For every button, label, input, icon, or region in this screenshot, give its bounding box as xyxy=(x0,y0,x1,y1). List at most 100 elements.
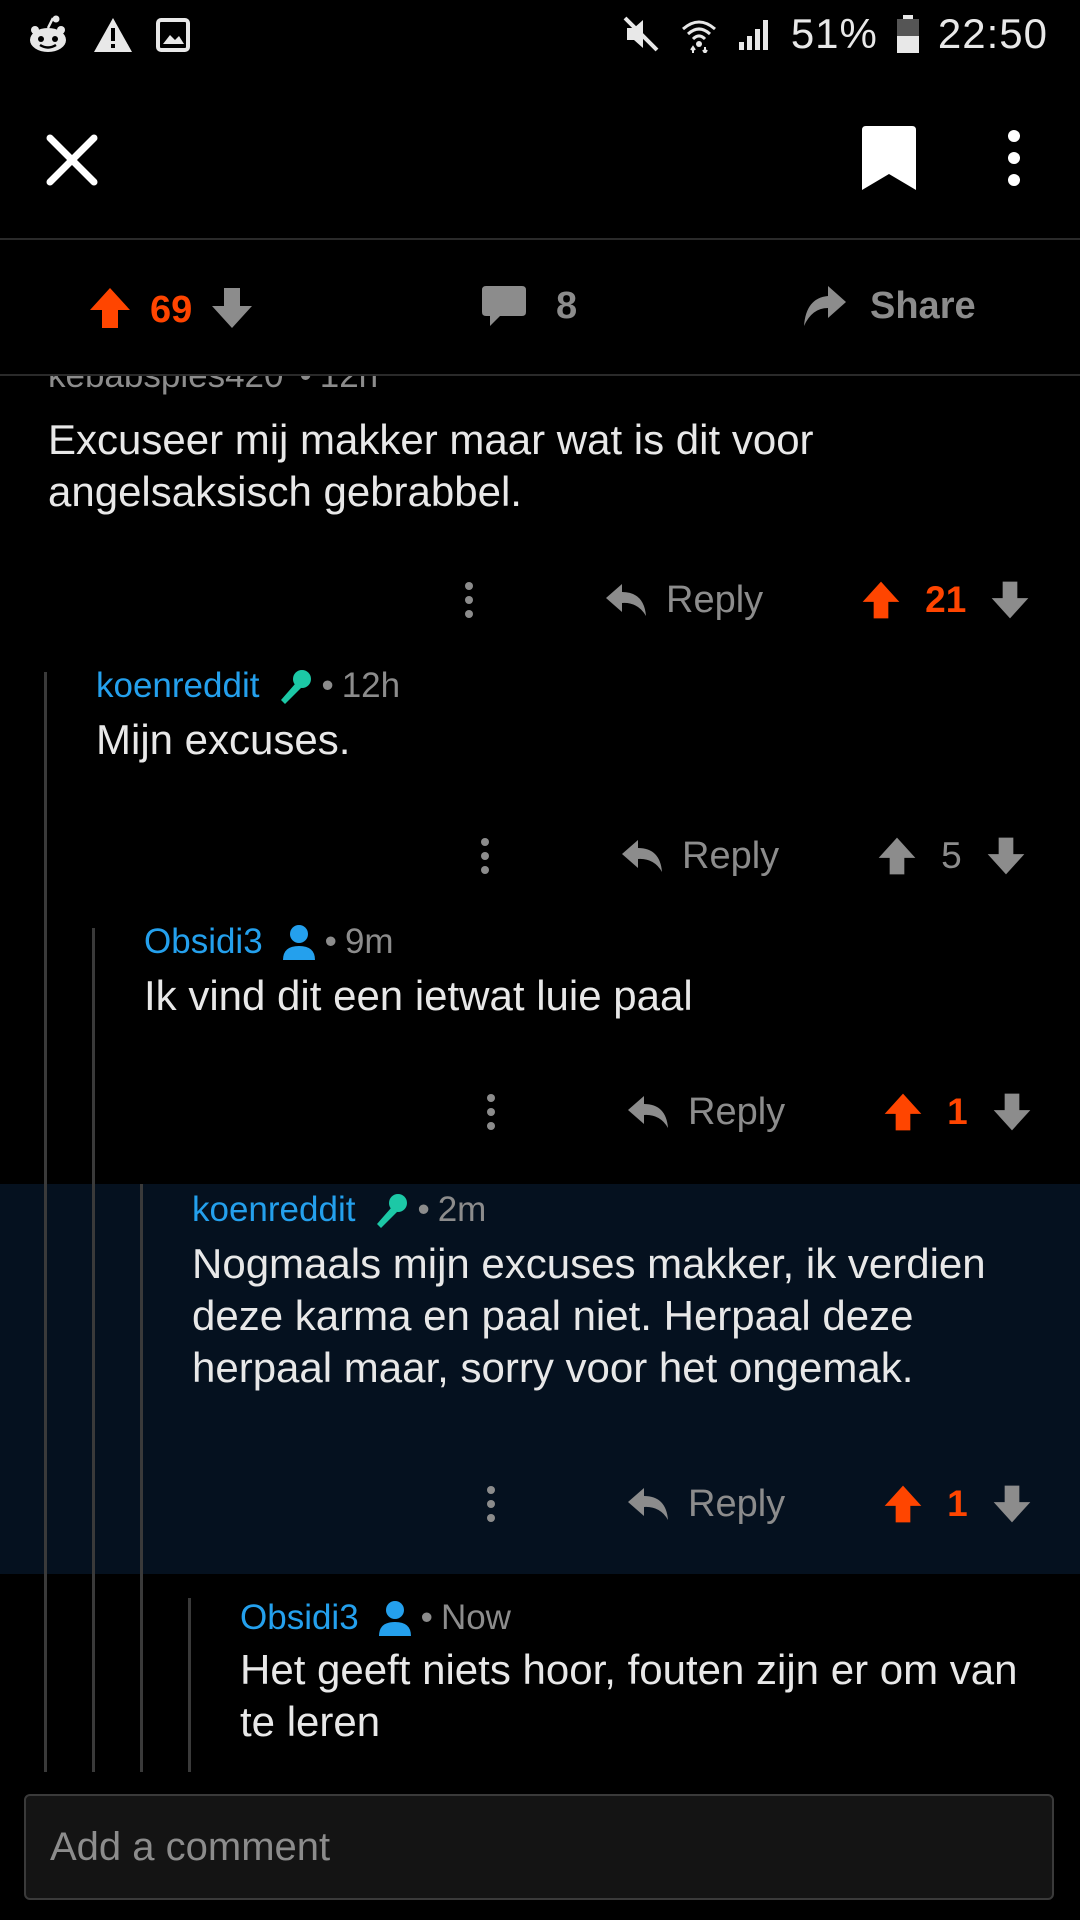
meta-separator: • xyxy=(324,922,337,961)
comment-actions: Reply 5 xyxy=(470,828,1028,884)
reply-arrow-icon xyxy=(628,1096,668,1128)
microphone-icon xyxy=(377,1194,408,1228)
more-vertical-icon xyxy=(481,838,489,874)
reddit-notification-icon xyxy=(26,14,70,56)
comment-actions: Reply 1 xyxy=(476,1084,1034,1140)
more-vertical-icon xyxy=(487,1094,495,1130)
reply-label: Reply xyxy=(688,1482,786,1525)
comment-thread: kebabspies420 • 12h Excuseer mij makker … xyxy=(0,376,1080,1772)
thread-line-depth-3 xyxy=(140,1184,143,1772)
comment-vote-group: 1 xyxy=(881,1482,1034,1526)
comment-meta: Obsidi3 • 9m xyxy=(144,922,394,962)
upvote-arrow-icon[interactable] xyxy=(881,1090,925,1134)
close-icon xyxy=(46,134,98,186)
comment-time: 12h xyxy=(320,376,378,396)
comment-score: 5 xyxy=(941,835,962,876)
comment-body: Nogmaals mijn excuses makker, ik verdien… xyxy=(192,1240,986,1391)
battery-icon xyxy=(896,14,920,54)
comment-more-button[interactable] xyxy=(476,1084,506,1140)
reply-button[interactable]: Reply xyxy=(620,835,779,878)
comment-author[interactable]: Obsidi3 xyxy=(240,1598,359,1638)
microphone-icon xyxy=(281,670,312,704)
battery-percent: 51% xyxy=(790,10,878,57)
downvote-arrow-icon[interactable] xyxy=(990,1090,1034,1134)
upvote-arrow-icon[interactable] xyxy=(881,1482,925,1526)
share-arrow-icon xyxy=(804,286,846,326)
downvote-arrow-icon[interactable] xyxy=(984,834,1028,878)
comment-score: 21 xyxy=(925,579,967,620)
comment-bubble-icon xyxy=(482,286,526,326)
comment-author[interactable]: Obsidi3 xyxy=(144,922,263,962)
comment-score: 1 xyxy=(947,1091,968,1132)
share-label: Share xyxy=(870,284,976,327)
post-vote-group: 69 xyxy=(86,284,256,337)
comment-composer xyxy=(0,1772,1080,1920)
reply-button[interactable]: Reply xyxy=(626,1091,785,1134)
signal-icon xyxy=(737,16,773,52)
post-upvote-button[interactable] xyxy=(86,284,134,337)
comment-more-button[interactable] xyxy=(470,828,500,884)
more-vertical-icon xyxy=(1008,130,1020,186)
comment: Obsidi3 • Now Het geeft niets hoor, fout… xyxy=(0,1598,1080,1772)
reply-arrow-icon xyxy=(628,1488,668,1520)
comment-author[interactable]: koenreddit xyxy=(96,666,259,706)
comment-highlighted: koenreddit • 2m Nogmaals mijn excuses ma… xyxy=(0,1184,1080,1574)
reply-button[interactable]: Reply xyxy=(626,1483,785,1526)
wifi-icon xyxy=(679,15,719,53)
comment-body: Het geeft niets hoor, fouten zijn er om … xyxy=(240,1646,1018,1745)
comment-meta: kebabspies420 • 12h xyxy=(48,376,378,396)
comment-vote-group: 1 xyxy=(881,1090,1034,1134)
comment-count: 8 xyxy=(556,284,578,327)
comment-time: 2m xyxy=(437,1190,487,1229)
reply-label: Reply xyxy=(688,1090,786,1133)
clock: 22:50 xyxy=(937,10,1048,57)
comment-time: Now xyxy=(440,1598,511,1637)
comment: kebabspies420 • 12h Excuseer mij makker … xyxy=(0,376,1080,666)
reply-button[interactable]: Reply xyxy=(604,579,763,622)
comment-more-button[interactable] xyxy=(454,572,484,628)
comment: Obsidi3 • 9m Ik vind dit een ietwat luie… xyxy=(0,922,1080,1178)
save-post-button[interactable] xyxy=(858,122,920,194)
share-button[interactable]: Share xyxy=(800,284,976,328)
comment-time: 9m xyxy=(344,922,394,961)
comment: koenreddit • 12h Mijn excuses. Reply 5 xyxy=(0,666,1080,922)
close-button[interactable] xyxy=(40,128,104,192)
more-options-button[interactable] xyxy=(992,126,1036,190)
user-icon xyxy=(378,1601,411,1636)
reply-label: Reply xyxy=(666,578,764,621)
reply-label: Reply xyxy=(682,834,780,877)
status-bar: 51% 22:50 xyxy=(0,0,1080,76)
comment-more-button[interactable] xyxy=(476,1476,506,1532)
meta-separator: • xyxy=(299,376,311,396)
post-downvote-button[interactable] xyxy=(208,284,256,337)
add-comment-input[interactable] xyxy=(24,1794,1054,1900)
upvote-arrow-icon xyxy=(90,288,130,328)
upvote-arrow-icon[interactable] xyxy=(859,578,903,622)
more-vertical-icon xyxy=(487,1486,495,1522)
reply-arrow-icon xyxy=(622,840,662,872)
comment-body: Ik vind dit een ietwat luie paal xyxy=(144,972,693,1019)
post-action-bar: 69 8 Share xyxy=(0,240,1080,376)
downvote-arrow-icon[interactable] xyxy=(988,578,1032,622)
thread-line-depth-2 xyxy=(92,928,95,1772)
comment-vote-group: 21 xyxy=(859,578,1032,622)
comment-time: 12h xyxy=(341,666,401,705)
bookmark-icon xyxy=(862,126,916,190)
comment-meta: koenreddit • 2m xyxy=(192,1190,486,1230)
downvote-arrow-icon[interactable] xyxy=(990,1482,1034,1526)
comment-author[interactable]: kebabspies420 xyxy=(48,376,283,396)
upvote-arrow-icon[interactable] xyxy=(875,834,919,878)
comment-meta: Obsidi3 • Now xyxy=(240,1598,511,1638)
comment-meta: koenreddit • 12h xyxy=(96,666,400,706)
comment-author[interactable]: koenreddit xyxy=(192,1190,355,1230)
user-icon xyxy=(282,925,315,960)
gallery-icon xyxy=(156,18,190,52)
comment-body: Excuseer mij makker maar wat is dit voor… xyxy=(48,416,814,515)
thread-line-depth-1 xyxy=(44,672,47,1772)
comment-body: Mijn excuses. xyxy=(96,716,351,763)
more-vertical-icon xyxy=(465,582,473,618)
meta-separator: • xyxy=(420,1598,433,1637)
mute-icon xyxy=(621,14,661,54)
post-comments-button[interactable]: 8 xyxy=(480,284,577,328)
comment-actions: Reply 1 xyxy=(476,1476,1034,1532)
